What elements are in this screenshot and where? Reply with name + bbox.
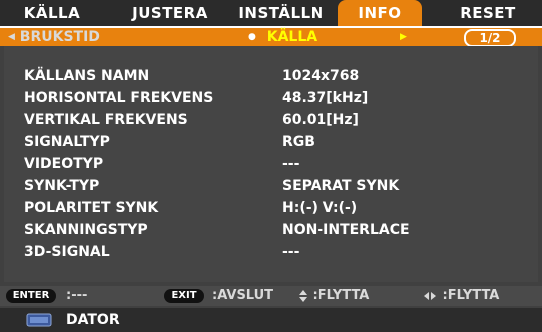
tab-kalla[interactable]: KÄLLA bbox=[6, 0, 98, 26]
info-label: HORISONTAL FREKVENS bbox=[24, 90, 214, 106]
enter-help-text: :--- bbox=[66, 288, 88, 303]
info-value: --- bbox=[282, 244, 300, 260]
updown-help: :FLYTTA bbox=[298, 286, 369, 306]
tab-reset[interactable]: RESET bbox=[440, 0, 536, 26]
tab-bar: KÄLLA JUSTERA INSTÄLLN INFO RESET bbox=[0, 0, 542, 26]
prev-subpage[interactable]: ◀ BRUKSTID bbox=[8, 28, 100, 46]
next-subpage[interactable]: ▶ bbox=[400, 28, 407, 46]
tab-installn[interactable]: INSTÄLLN bbox=[228, 0, 334, 26]
info-panel: KÄLLANS NAMN 1024x768 HORISONTAL FREKVEN… bbox=[4, 46, 538, 282]
info-value: --- bbox=[282, 156, 300, 172]
info-label: KÄLLANS NAMN bbox=[24, 68, 150, 84]
info-value: H:(-) V:(-) bbox=[282, 200, 358, 216]
current-subpage: ● KÄLLA bbox=[248, 28, 317, 46]
updown-arrow-icon bbox=[299, 290, 307, 302]
info-value: SEPARAT SYNK bbox=[282, 178, 400, 194]
info-label: VIDEOTYP bbox=[24, 156, 104, 172]
osd-menu: KÄLLA JUSTERA INSTÄLLN INFO RESET ◀ BRUK… bbox=[0, 0, 542, 332]
tab-justera[interactable]: JUSTERA bbox=[118, 0, 222, 26]
monitor-icon bbox=[26, 313, 52, 327]
info-label: 3D-SIGNAL bbox=[24, 244, 110, 260]
info-label: POLARITET SYNK bbox=[24, 200, 159, 216]
enter-key-badge: ENTER bbox=[6, 289, 56, 303]
info-value: RGB bbox=[282, 134, 315, 150]
source-label: DATOR bbox=[66, 312, 120, 328]
leftright-help: :FLYTTA bbox=[422, 286, 499, 306]
exit-help-text: :AVSLUT bbox=[212, 288, 274, 303]
help-bar: ENTER :--- EXIT :AVSLUT :FLYTTA :FLYTTA bbox=[0, 286, 542, 306]
updown-help-text: :FLYTTA bbox=[312, 288, 370, 303]
leftright-help-text: :FLYTTA bbox=[442, 288, 500, 303]
bullet-icon: ● bbox=[248, 32, 256, 42]
info-value: 1024x768 bbox=[282, 68, 360, 84]
leftright-arrow-icon bbox=[424, 292, 436, 300]
info-value: 48.37[kHz] bbox=[282, 90, 369, 106]
info-label: SIGNALTYP bbox=[24, 134, 110, 150]
info-value: NON-INTERLACE bbox=[282, 222, 410, 238]
current-subpage-label: KÄLLA bbox=[266, 29, 318, 45]
arrow-right-icon: ▶ bbox=[400, 32, 407, 42]
prev-subpage-label: BRUKSTID bbox=[19, 29, 100, 45]
info-value: 60.01[Hz] bbox=[282, 112, 359, 128]
sub-page-bar: ◀ BRUKSTID ● KÄLLA ▶ 1/2 bbox=[0, 26, 542, 47]
exit-key-badge: EXIT bbox=[164, 289, 204, 303]
arrow-left-icon: ◀ bbox=[8, 32, 15, 42]
page-indicator: 1/2 bbox=[464, 29, 516, 47]
info-label: SKANNINGSTYP bbox=[24, 222, 148, 238]
info-label: VERTIKAL FREKVENS bbox=[24, 112, 188, 128]
status-bar: DATOR bbox=[0, 308, 542, 332]
tab-info[interactable]: INFO bbox=[338, 0, 422, 26]
info-label: SYNK-TYP bbox=[24, 178, 100, 194]
